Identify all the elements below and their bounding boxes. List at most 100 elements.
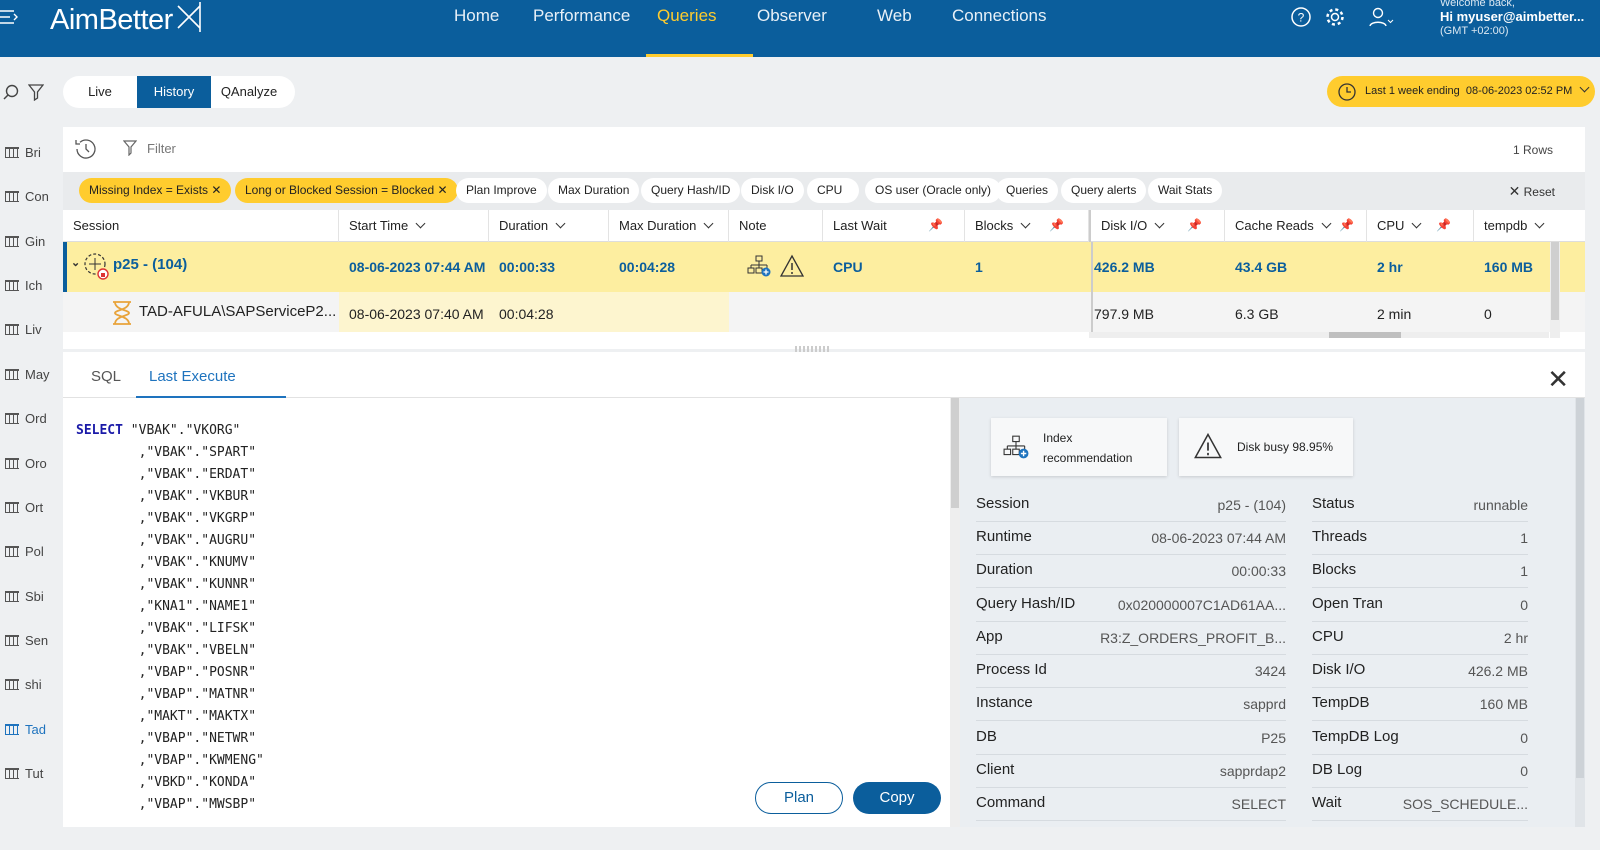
rail-item-shi[interactable]: shi	[5, 677, 42, 692]
reset-button[interactable]: ✕ Reset	[1509, 183, 1555, 200]
rail-item-sen[interactable]: Sen	[5, 633, 48, 648]
filter-chip[interactable]: Queries	[996, 178, 1059, 203]
plan-button[interactable]: Plan	[755, 782, 843, 814]
info-value: 3424	[1254, 663, 1286, 679]
nav-queries[interactable]: Queries	[657, 6, 717, 26]
reset-label: Reset	[1523, 185, 1555, 199]
time-range-selector[interactable]: Last 1 week ending 08-06-2023 02:52 PM	[1327, 76, 1595, 107]
rail-item-gin[interactable]: Gin	[5, 234, 45, 249]
filter-chip[interactable]: OS user (Oracle only)	[865, 178, 1002, 203]
rail-item-ich[interactable]: Ich	[5, 278, 42, 293]
info-value: SELECT	[1231, 796, 1286, 812]
tab-live[interactable]: Live	[63, 76, 137, 108]
rail-item-label: Bri	[25, 145, 41, 160]
gear-icon[interactable]	[1324, 6, 1346, 28]
rail-item-tad[interactable]: Tad	[5, 722, 46, 737]
rail-item-may[interactable]: May	[5, 367, 50, 382]
rail-item-oro[interactable]: Oro	[5, 456, 47, 471]
col-cpu[interactable]: CPU	[1367, 210, 1474, 242]
sql-scrollbar[interactable]	[950, 398, 960, 827]
tempdb: 0	[1484, 306, 1492, 322]
info-row-process-id: Process Id 3424	[976, 656, 1286, 688]
range-date: 08-06-2023 02:52 PM	[1465, 85, 1573, 97]
filter-chip[interactable]: Disk I/O	[741, 178, 804, 203]
info-scrollbar[interactable]	[1575, 398, 1585, 827]
col-session[interactable]: Session	[63, 210, 339, 242]
filter-chip[interactable]: Wait Stats	[1148, 178, 1223, 203]
col-max-duration[interactable]: Max Duration	[609, 210, 729, 242]
filter-chip[interactable]: Max Duration	[548, 178, 640, 203]
close-icon[interactable]: ✕	[437, 183, 447, 197]
nav-performance[interactable]: Performance	[533, 6, 630, 26]
help-icon[interactable]: ?	[1290, 6, 1312, 28]
col-last-wait[interactable]: Last Wait	[823, 210, 965, 242]
filter-chip[interactable]: Long or Blocked Session = Blocked ✕	[235, 178, 458, 203]
col-start-time[interactable]: Start Time	[339, 210, 489, 242]
pin-icon[interactable]: 📌	[1436, 218, 1451, 232]
nav-connections[interactable]: Connections	[952, 6, 1047, 26]
search-icon[interactable]	[2, 83, 20, 104]
rail-item-tut[interactable]: Tut	[5, 766, 43, 781]
filter-chip[interactable]: Plan Improve	[456, 178, 547, 203]
scroll-thumb[interactable]	[1329, 332, 1401, 338]
filter-chip[interactable]: CPU	[807, 178, 859, 203]
tab-qanalyze[interactable]: QAnalyze	[211, 76, 287, 108]
rail-item-liv[interactable]: Liv	[5, 322, 42, 337]
close-icon[interactable]: ✕	[1547, 364, 1569, 395]
filter-chip[interactable]: Query Hash/ID	[641, 178, 741, 203]
info-key: DB Log	[1312, 761, 1363, 778]
filter-chip[interactable]: Query alerts	[1061, 178, 1147, 203]
filter-icon[interactable]	[27, 83, 45, 104]
rail-item-bri[interactable]: Bri	[5, 145, 41, 160]
app-logo[interactable]: AimBetter	[50, 2, 201, 37]
table-row[interactable]: ⌄ p25 - (104) 08-06-2023 07:44 AM 00:00:…	[63, 242, 1585, 292]
vertical-scrollbar[interactable]	[1550, 242, 1560, 338]
col-tempdb[interactable]: tempdb	[1474, 210, 1564, 242]
col-disk-io[interactable]: Disk I/O	[1089, 210, 1225, 242]
sql-code[interactable]: SELECT "VBAK"."VKORG" ,"VBAK"."SPART" ,"…	[76, 420, 264, 816]
menu-icon[interactable]	[0, 8, 18, 31]
rail-item-pol[interactable]: Pol	[5, 544, 44, 559]
history-icon[interactable]	[73, 136, 99, 165]
chevron-down-icon	[555, 218, 566, 229]
pin-icon[interactable]: 📌	[1049, 218, 1064, 232]
table-row[interactable]: TAD-AFULA\SAPServiceP2... 08-06-2023 07:…	[63, 292, 1585, 332]
filter-input[interactable]: Filter	[147, 141, 176, 156]
info-row-tempdb: TempDB 160 MB	[1312, 689, 1528, 721]
col-note[interactable]: Note	[729, 210, 823, 242]
server-grid-icon	[5, 369, 19, 380]
disk-busy-card[interactable]: Disk busy 98.95%	[1179, 418, 1353, 476]
scroll-thumb[interactable]	[951, 398, 959, 508]
rail-item-sbi[interactable]: Sbi	[5, 589, 44, 604]
index-recommendation-icon[interactable]	[747, 254, 771, 282]
rail-item-ord[interactable]: Ord	[5, 411, 47, 426]
rail-item-ort[interactable]: Ort	[5, 500, 43, 515]
nav-web[interactable]: Web	[877, 6, 912, 26]
scroll-thumb[interactable]	[1551, 242, 1559, 320]
scroll-thumb[interactable]	[1576, 398, 1584, 778]
col-blocks[interactable]: Blocks	[965, 210, 1089, 242]
pin-icon[interactable]: 📌	[1339, 218, 1354, 232]
index-recommendation-card[interactable]: Index recommendation	[991, 418, 1167, 476]
rail-item-con[interactable]: Con	[5, 189, 49, 204]
nav-observer[interactable]: Observer	[757, 6, 827, 26]
expand-chevron-icon[interactable]: ⌄	[71, 256, 80, 269]
tab-last-execute[interactable]: Last Execute	[149, 368, 236, 385]
tab-history[interactable]: History	[137, 76, 211, 108]
user-icon[interactable]	[1368, 6, 1394, 28]
copy-button[interactable]: Copy	[853, 782, 941, 814]
col-duration[interactable]: Duration	[489, 210, 609, 242]
close-icon[interactable]: ✕	[211, 183, 221, 197]
sql-line: ,"VBAK"."SPART"	[138, 445, 257, 460]
nav-home[interactable]: Home	[454, 6, 499, 26]
rail-item-label: Sbi	[25, 589, 44, 604]
row-selected-indicator	[63, 242, 67, 292]
pin-icon[interactable]: 📌	[928, 218, 943, 232]
tab-sql[interactable]: SQL	[91, 368, 121, 385]
horizontal-scrollbar[interactable]	[1089, 332, 1549, 338]
pin-icon[interactable]: 📌	[1187, 218, 1202, 232]
warning-icon[interactable]	[779, 254, 805, 282]
user-info[interactable]: Welcome back, Hi myuser@aimbetter... (GM…	[1440, 0, 1584, 38]
filter-chip[interactable]: Missing Index = Exists ✕	[79, 178, 232, 203]
cache-reads: 43.4 GB	[1235, 259, 1288, 275]
